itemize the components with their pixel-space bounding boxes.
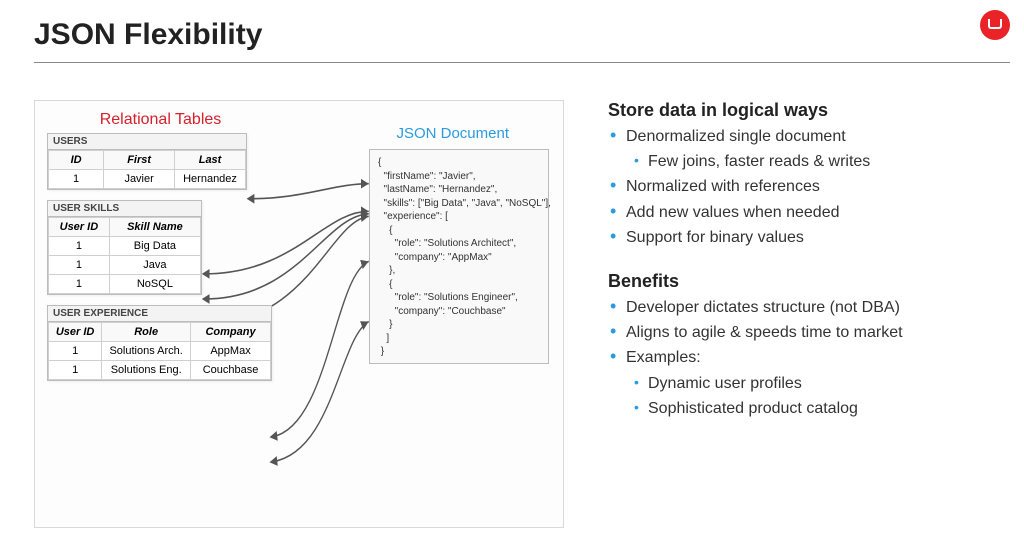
json-document-box: { "firstName": "Javier", "lastName": "He… <box>369 149 549 364</box>
slide-title: JSON Flexibility <box>34 18 262 52</box>
diagram-panel: Relational Tables JSON Document USERS ID… <box>34 100 564 528</box>
heading-store: Store data in logical ways <box>608 100 994 121</box>
table-row: 1NoSQL <box>49 275 201 294</box>
list-item: Aligns to agile & speeds time to market <box>608 321 994 344</box>
slide-content: Relational Tables JSON Document USERS ID… <box>34 100 994 528</box>
benefits-list: Developer dictates structure (not DBA) A… <box>608 296 994 420</box>
skills-header-userid: User ID <box>49 218 110 237</box>
users-header-first: First <box>104 151 175 170</box>
list-item: Developer dictates structure (not DBA) <box>608 296 994 319</box>
list-item: Few joins, faster reads & writes <box>608 150 994 173</box>
store-list: Denormalized single document Few joins, … <box>608 125 994 249</box>
title-divider <box>34 62 1010 63</box>
exp-header-role: Role <box>102 323 191 342</box>
exp-header-company: Company <box>191 323 271 342</box>
list-item: Add new values when needed <box>608 201 994 224</box>
text-column: Store data in logical ways Denormalized … <box>608 100 994 528</box>
relational-tables-label: Relational Tables <box>83 111 238 129</box>
list-item: Sophisticated product catalog <box>608 397 994 420</box>
list-item: Dynamic user profiles <box>608 372 994 395</box>
table-row: 1Java <box>49 256 201 275</box>
skills-header-name: Skill Name <box>109 218 200 237</box>
users-header-id: ID <box>49 151 104 170</box>
list-item: Examples: <box>608 346 994 369</box>
json-document-label: JSON Document <box>396 125 509 142</box>
users-caption: USERS <box>48 134 246 150</box>
user-skills-table: USER SKILLS User ID Skill Name 1Big Data… <box>47 200 202 295</box>
users-header-last: Last <box>175 151 246 170</box>
table-row: 1Big Data <box>49 237 201 256</box>
table-row: 1Solutions Eng.Couchbase <box>49 361 271 380</box>
user-experience-table: USER EXPERIENCE User ID Role Company 1So… <box>47 305 272 381</box>
exp-caption: USER EXPERIENCE <box>48 306 271 322</box>
table-row: 1Solutions Arch.AppMax <box>49 342 271 361</box>
table-row: 1 Javier Hernandez <box>49 170 246 189</box>
heading-benefits: Benefits <box>608 271 994 292</box>
exp-header-userid: User ID <box>49 323 102 342</box>
list-item: Normalized with references <box>608 175 994 198</box>
list-item: Denormalized single document <box>608 125 994 148</box>
users-table: USERS ID First Last 1 Javier Hernandez <box>47 133 247 190</box>
list-item: Support for binary values <box>608 226 994 249</box>
couchbase-logo-icon <box>980 10 1010 40</box>
skills-caption: USER SKILLS <box>48 201 201 217</box>
